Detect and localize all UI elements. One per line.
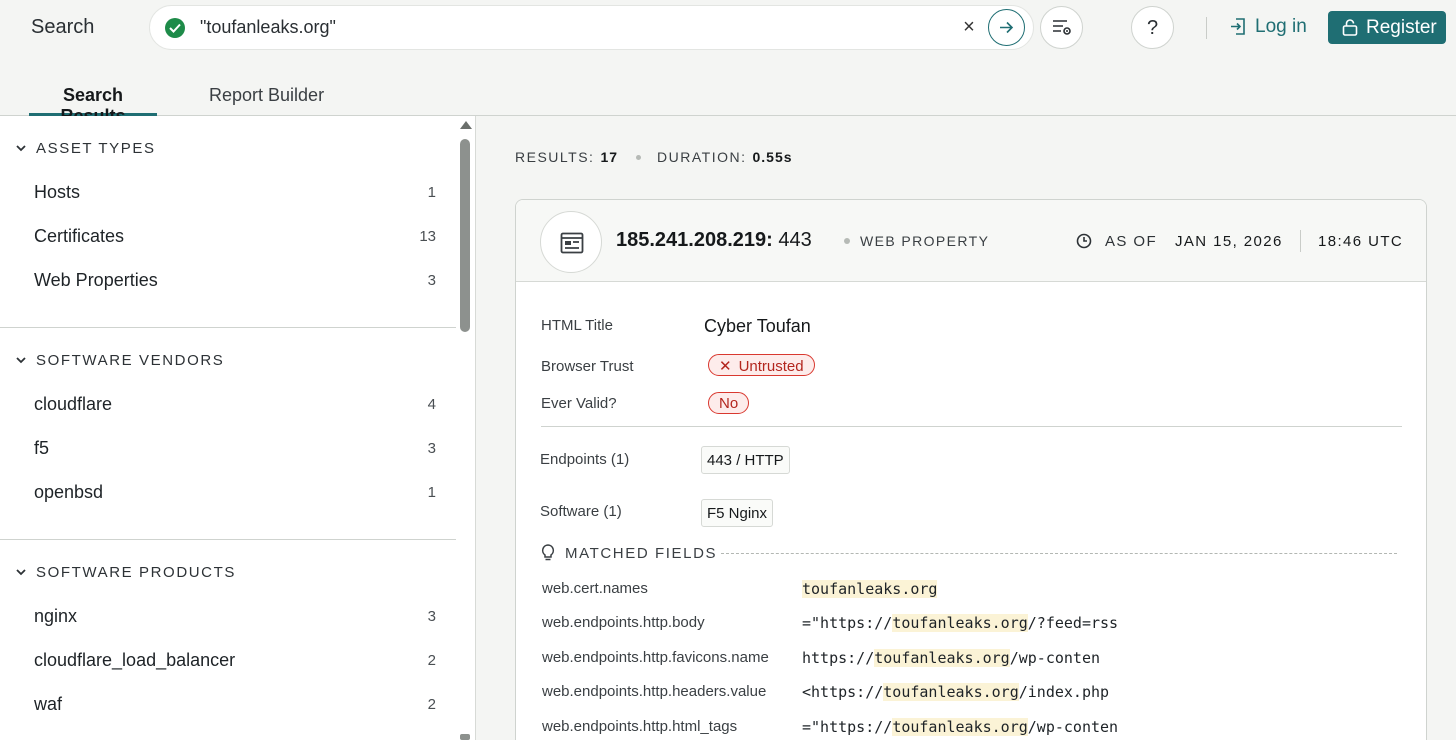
tab-bar: Search Results Report Builder	[0, 78, 1456, 126]
facet-count: 2	[427, 652, 436, 669]
section-divider	[541, 426, 1402, 427]
register-button[interactable]: Register	[1328, 11, 1446, 44]
facet-count: 1	[427, 484, 436, 501]
result-port: 443	[778, 229, 812, 251]
close-icon[interactable]: ×	[960, 16, 978, 39]
facet-count: 1	[427, 184, 436, 201]
chevron-down-icon	[16, 145, 26, 152]
matched-field-name: web.endpoints.http.favicons.name	[542, 649, 769, 666]
facet-item-f5[interactable]: f5 3	[34, 438, 436, 459]
divider	[1206, 17, 1207, 39]
register-label: Register	[1366, 17, 1437, 38]
search-box[interactable]: "toufanleaks.org" ×	[149, 5, 1034, 50]
software-label: Software (1)	[540, 503, 622, 520]
facet-count: 3	[427, 608, 436, 625]
facet-item-hosts[interactable]: Hosts 1	[34, 182, 436, 203]
sidebar-scrollbar[interactable]	[457, 116, 473, 740]
duration-value: 0.55s	[752, 149, 793, 165]
search-input[interactable]: "toufanleaks.org"	[200, 17, 336, 38]
search-submit-button[interactable]	[988, 9, 1025, 46]
ever-valid-badge: No	[708, 392, 750, 414]
matched-field-name: web.endpoints.http.body	[542, 614, 705, 631]
facet-item-cloudflare[interactable]: cloudflare 4	[34, 394, 436, 415]
login-icon	[1231, 18, 1245, 35]
separator-dot	[844, 238, 850, 244]
html-title-value: Cyber Toufan	[704, 316, 811, 336]
result-ip-link[interactable]: 185.241.208.219: 443	[616, 229, 812, 252]
search-label: Search	[31, 16, 95, 38]
facet-item-web-properties[interactable]: Web Properties 3	[34, 270, 436, 291]
results-label: RESULTS:	[515, 149, 595, 165]
asset-type-label: WEB PROPERTY	[844, 233, 989, 249]
facet-item-waf[interactable]: waf 2	[34, 694, 436, 715]
tab-report-builder[interactable]: Report Builder	[209, 85, 324, 116]
as-of-date: JAN 15, 2026	[1175, 233, 1283, 250]
divider	[1300, 230, 1301, 252]
ever-valid-label: Ever Valid?	[541, 395, 617, 412]
web-property-icon	[540, 211, 602, 273]
result-card-header: 185.241.208.219: 443 WEB PROPERTY AS OF …	[516, 200, 1426, 282]
facet-divider	[0, 327, 456, 328]
matched-field-name: web.cert.names	[542, 580, 648, 597]
facet-count: 3	[427, 440, 436, 457]
html-title-label: HTML Title	[541, 317, 613, 334]
results-summary: RESULTS: 17 DURATION: 0.55s	[515, 149, 793, 165]
untrusted-badge: ✕ Untrusted	[708, 354, 815, 376]
arrow-right-icon	[1000, 21, 1014, 34]
help-icon: ?	[1146, 17, 1159, 39]
search-settings-button[interactable]	[1040, 6, 1083, 49]
endpoints-label: Endpoints (1)	[540, 451, 630, 468]
facet-count: 3	[427, 272, 436, 289]
matched-field-value: ="https://toufanleaks.org/?feed=rss	[802, 614, 1119, 632]
chevron-down-icon	[16, 357, 26, 364]
matched-field-value: https://toufanleaks.org/wp-conten	[802, 649, 1101, 667]
facet-count: 13	[419, 228, 436, 245]
close-icon: ✕	[719, 358, 732, 375]
scroll-down-arrow[interactable]	[460, 734, 470, 740]
lightbulb-icon	[541, 544, 555, 561]
check-circle-icon	[165, 18, 185, 38]
help-button[interactable]: ?	[1131, 6, 1174, 49]
top-bar: Search "toufanleaks.org" × ? Log in Regi…	[0, 0, 1456, 58]
results-count: 17	[600, 149, 619, 165]
clock-icon	[1076, 233, 1092, 249]
facet-sidebar: ASSET TYPES Hosts 1 Certificates 13 Web …	[0, 116, 476, 740]
scroll-up-arrow[interactable]	[460, 121, 472, 129]
facet-item-openbsd[interactable]: openbsd 1	[34, 482, 436, 503]
chevron-down-icon	[16, 569, 26, 576]
browser-trust-label: Browser Trust	[541, 358, 634, 375]
endpoint-tag[interactable]: 443 / HTTP	[701, 446, 790, 474]
as-of-label: AS OF	[1105, 233, 1158, 250]
matched-field-name: web.endpoints.http.headers.value	[542, 683, 767, 700]
lock-icon	[1342, 19, 1358, 36]
result-card: 185.241.208.219: 443 WEB PROPERTY AS OF …	[515, 199, 1427, 740]
software-tag[interactable]: F5 Nginx	[701, 499, 774, 527]
facet-count: 2	[427, 696, 436, 713]
scroll-thumb[interactable]	[460, 139, 470, 332]
as-of-time: 18:46 UTC	[1318, 233, 1404, 250]
facet-item-nginx[interactable]: nginx 3	[34, 606, 436, 627]
facet-item-certificates[interactable]: Certificates 13	[34, 226, 436, 247]
facet-item-cloudflare-load-balancer[interactable]: cloudflare_load_balancer 2	[34, 650, 436, 671]
matched-field-value: toufanleaks.org	[802, 580, 938, 598]
facet-count: 4	[427, 396, 436, 413]
tab-search-results[interactable]: Search Results	[29, 85, 157, 126]
facet-divider	[0, 539, 456, 540]
matched-field-value: <https://toufanleaks.org/index.php	[802, 683, 1110, 701]
matched-field-value: ="https://toufanleaks.org/wp-conten	[802, 718, 1119, 736]
duration-label: DURATION:	[657, 149, 747, 165]
login-label: Log in	[1255, 16, 1307, 37]
dashed-divider	[721, 553, 1397, 554]
separator-dot	[636, 155, 642, 160]
matched-field-name: web.endpoints.http.html_tags	[542, 718, 738, 735]
filter-settings-icon	[1053, 20, 1071, 35]
